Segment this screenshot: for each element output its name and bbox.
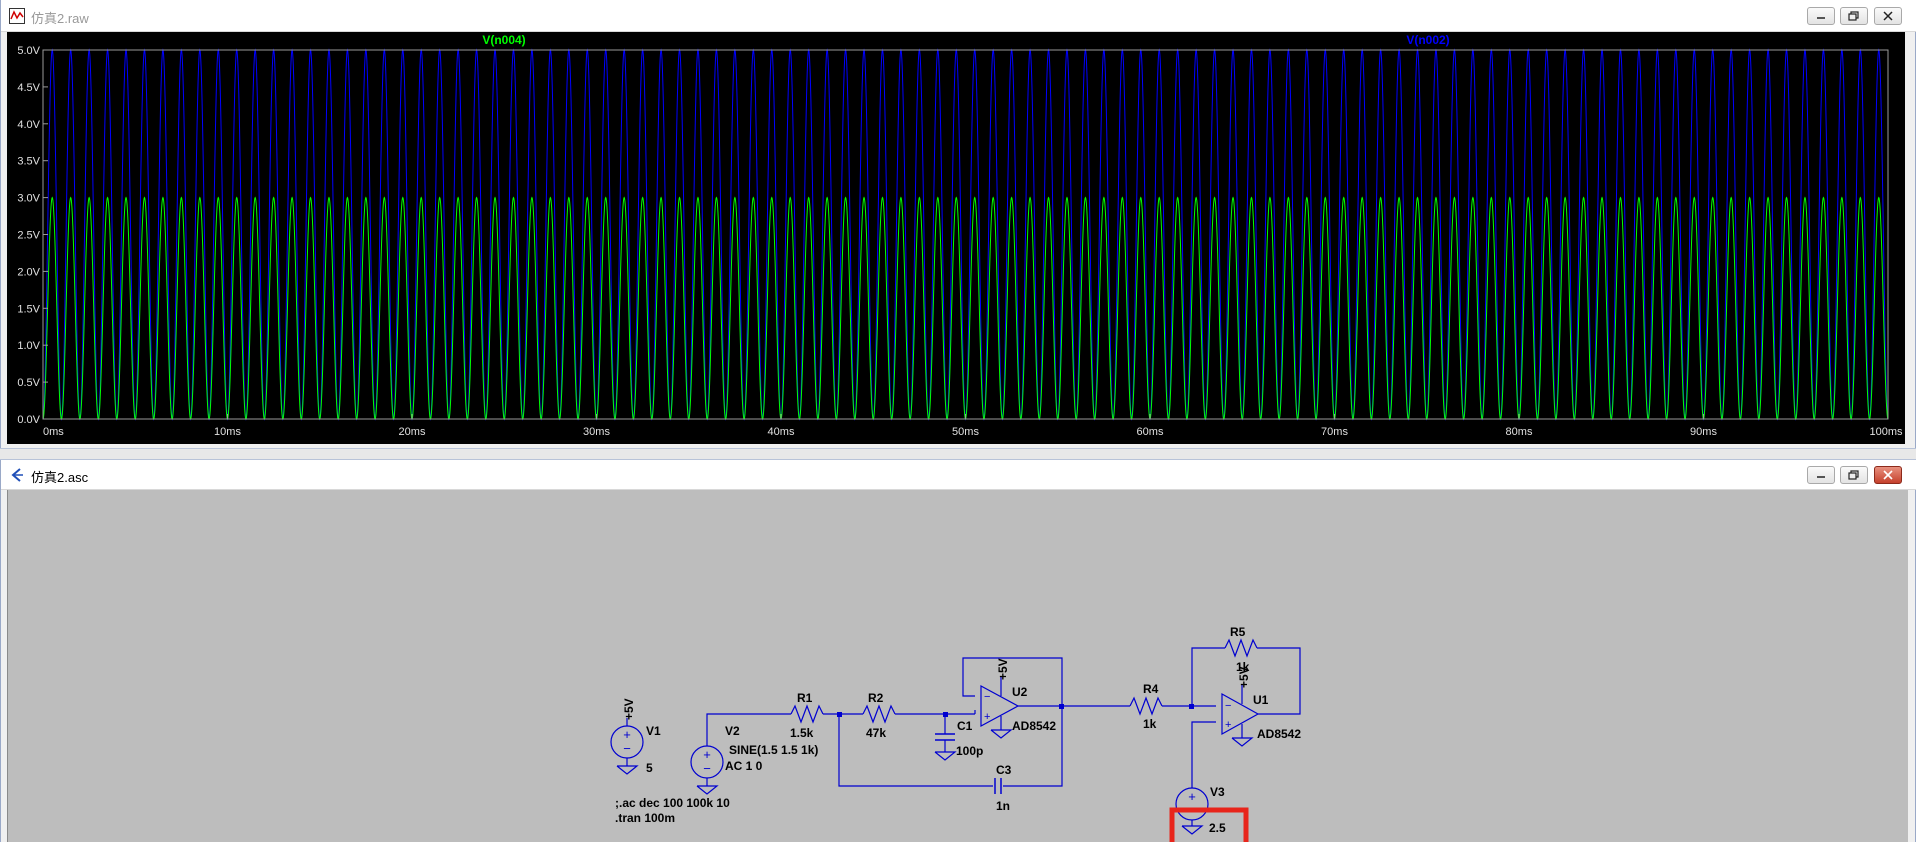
v1-supply-label: +5V: [622, 698, 636, 720]
restore-button[interactable]: [1840, 466, 1868, 484]
u1-supply-label: +5V: [1237, 666, 1251, 688]
x-tick-label: 90ms: [1690, 426, 1717, 438]
y-tick-label: 1.0V: [17, 340, 40, 352]
y-tick-label: 3.0V: [17, 193, 40, 205]
x-tick-label: 100ms: [1869, 426, 1903, 438]
r4-name: R4: [1143, 682, 1159, 696]
resistor-r1[interactable]: R1 1.5k: [790, 691, 824, 740]
r4-value: 1k: [1143, 717, 1157, 731]
x-tick-label: 20ms: [399, 426, 426, 438]
y-tick-label: 0.0V: [17, 414, 40, 426]
y-tick-label: 2.0V: [17, 266, 40, 278]
svg-text:+: +: [1188, 789, 1196, 804]
resistor-r4[interactable]: R4 1k: [1129, 682, 1163, 731]
close-icon: [1883, 470, 1893, 480]
trace-v-n002[interactable]: [42, 48, 1889, 421]
y-tick-label: 3.5V: [17, 156, 40, 168]
restore-icon: [1848, 11, 1859, 21]
y-tick-label: 5.0V: [17, 45, 40, 57]
minimize-icon: [1817, 17, 1825, 19]
u2-model: AD8542: [1012, 719, 1056, 733]
capacitor-c1[interactable]: C1 100p: [934, 719, 983, 761]
u1-name: U1: [1253, 693, 1269, 707]
schematic-window: 仿真2.asc + − V1 5 +5V + − V2 SINE(1.5 1.5…: [0, 460, 1916, 847]
x-tick-label: 0ms: [43, 426, 64, 438]
legend-trace-v-n002[interactable]: V(n002): [1406, 33, 1449, 47]
x-tick-label: 10ms: [214, 426, 241, 438]
waveform-window: 仿真2.raw 5.0V 4.5V 4.0V 3.5V 3.0V 2.5V 2.0V 1.5V…: [0, 0, 1916, 448]
c3-value: 1n: [996, 799, 1010, 813]
x-tick-label: 80ms: [1506, 426, 1533, 438]
window-divider: [0, 448, 1916, 460]
svg-text:−: −: [1225, 700, 1231, 712]
v2-ac-value: AC 1 0: [725, 759, 763, 773]
r2-name: R2: [868, 691, 884, 705]
v1-value: 5: [646, 761, 653, 775]
r5-name: R5: [1230, 625, 1246, 639]
voltage-source-v1[interactable]: + − V1 5 +5V: [610, 698, 661, 775]
trace-v-n004[interactable]: [42, 196, 1889, 421]
r2-value: 47k: [866, 726, 886, 740]
restore-icon: [1848, 470, 1859, 480]
x-tick-label: 70ms: [1321, 426, 1348, 438]
resistor-r2[interactable]: R2 47k: [862, 691, 896, 740]
u2-supply-label: +5V: [996, 658, 1010, 680]
svg-text:+: +: [623, 727, 631, 742]
svg-text:−: −: [623, 741, 631, 756]
y-tick-label: 2.5V: [17, 230, 40, 242]
x-tick-label: 40ms: [768, 426, 795, 438]
close-button[interactable]: [1874, 466, 1902, 484]
waveform-titlebar[interactable]: 仿真2.raw: [1, 0, 1916, 32]
v3-value: 2.5: [1209, 821, 1226, 835]
plot-frame: [42, 49, 1889, 420]
spice-directive-ac[interactable]: ;.ac dec 100 100k 10: [615, 796, 730, 810]
r1-name: R1: [797, 691, 813, 705]
spice-directive-tran[interactable]: .tran 100m: [615, 811, 675, 825]
svg-text:+: +: [1225, 719, 1231, 731]
schematic-titlebar[interactable]: 仿真2.asc: [1, 460, 1916, 490]
v1-name: V1: [646, 724, 661, 738]
close-button[interactable]: [1874, 7, 1902, 25]
schematic-app-icon: [11, 468, 23, 482]
v2-name: V2: [725, 724, 740, 738]
legend-trace-v-n004[interactable]: V(n004): [482, 33, 525, 47]
y-tick-label: 1.5V: [17, 303, 40, 315]
v3-name: V3: [1210, 785, 1225, 799]
r1-value: 1.5k: [790, 726, 814, 740]
waveform-traces: [42, 48, 1889, 421]
waveform-chart[interactable]: 5.0V 4.5V 4.0V 3.5V 3.0V 2.5V 2.0V 1.5V 1.0V 0.5V…: [7, 32, 1905, 444]
minimize-button[interactable]: [1807, 466, 1835, 484]
opamp-u1[interactable]: − + U1 AD8542 +5V: [1221, 666, 1301, 747]
x-axis-ticks: 0ms 10ms 20ms 30ms 40ms 50ms 60ms 70ms 80ms 90ms 1…: [42, 414, 1903, 438]
c3-name: C3: [996, 763, 1012, 777]
y-tick-label: 4.5V: [17, 82, 40, 94]
u1-model: AD8542: [1257, 727, 1301, 741]
circuit-schematic[interactable]: + − V1 5 +5V + − V2 SINE(1.5 1.5 1k) AC …: [8, 490, 1908, 847]
x-tick-label: 30ms: [583, 426, 610, 438]
minimize-icon: [1817, 476, 1825, 478]
y-tick-label: 4.0V: [17, 119, 40, 131]
c1-value: 100p: [956, 744, 983, 758]
waveform-plot-area[interactable]: 5.0V 4.5V 4.0V 3.5V 3.0V 2.5V 2.0V 1.5V 1.0V 0.5V…: [7, 32, 1905, 444]
close-icon: [1883, 11, 1893, 21]
svg-text:+: +: [984, 711, 990, 723]
u2-name: U2: [1012, 685, 1028, 699]
x-tick-label: 50ms: [952, 426, 979, 438]
minimize-button[interactable]: [1807, 7, 1835, 25]
schematic-window-title: 仿真2.asc: [31, 470, 89, 485]
capacitor-c3[interactable]: C3 1n: [994, 763, 1012, 813]
y-tick-label: 0.5V: [17, 377, 40, 389]
svg-text:−: −: [703, 761, 711, 776]
opamp-u2[interactable]: − + U2 AD8542 +5V: [980, 658, 1056, 739]
waveform-app-icon: [9, 8, 25, 24]
c1-name: C1: [957, 719, 973, 733]
waveform-window-title: 仿真2.raw: [31, 11, 89, 26]
x-tick-label: 60ms: [1137, 426, 1164, 438]
v2-sine-value: SINE(1.5 1.5 1k): [729, 743, 818, 757]
restore-button[interactable]: [1840, 7, 1868, 25]
schematic-canvas[interactable]: + − V1 5 +5V + − V2 SINE(1.5 1.5 1k) AC …: [7, 490, 1908, 847]
svg-text:−: −: [984, 691, 990, 703]
svg-text:+: +: [703, 747, 711, 762]
